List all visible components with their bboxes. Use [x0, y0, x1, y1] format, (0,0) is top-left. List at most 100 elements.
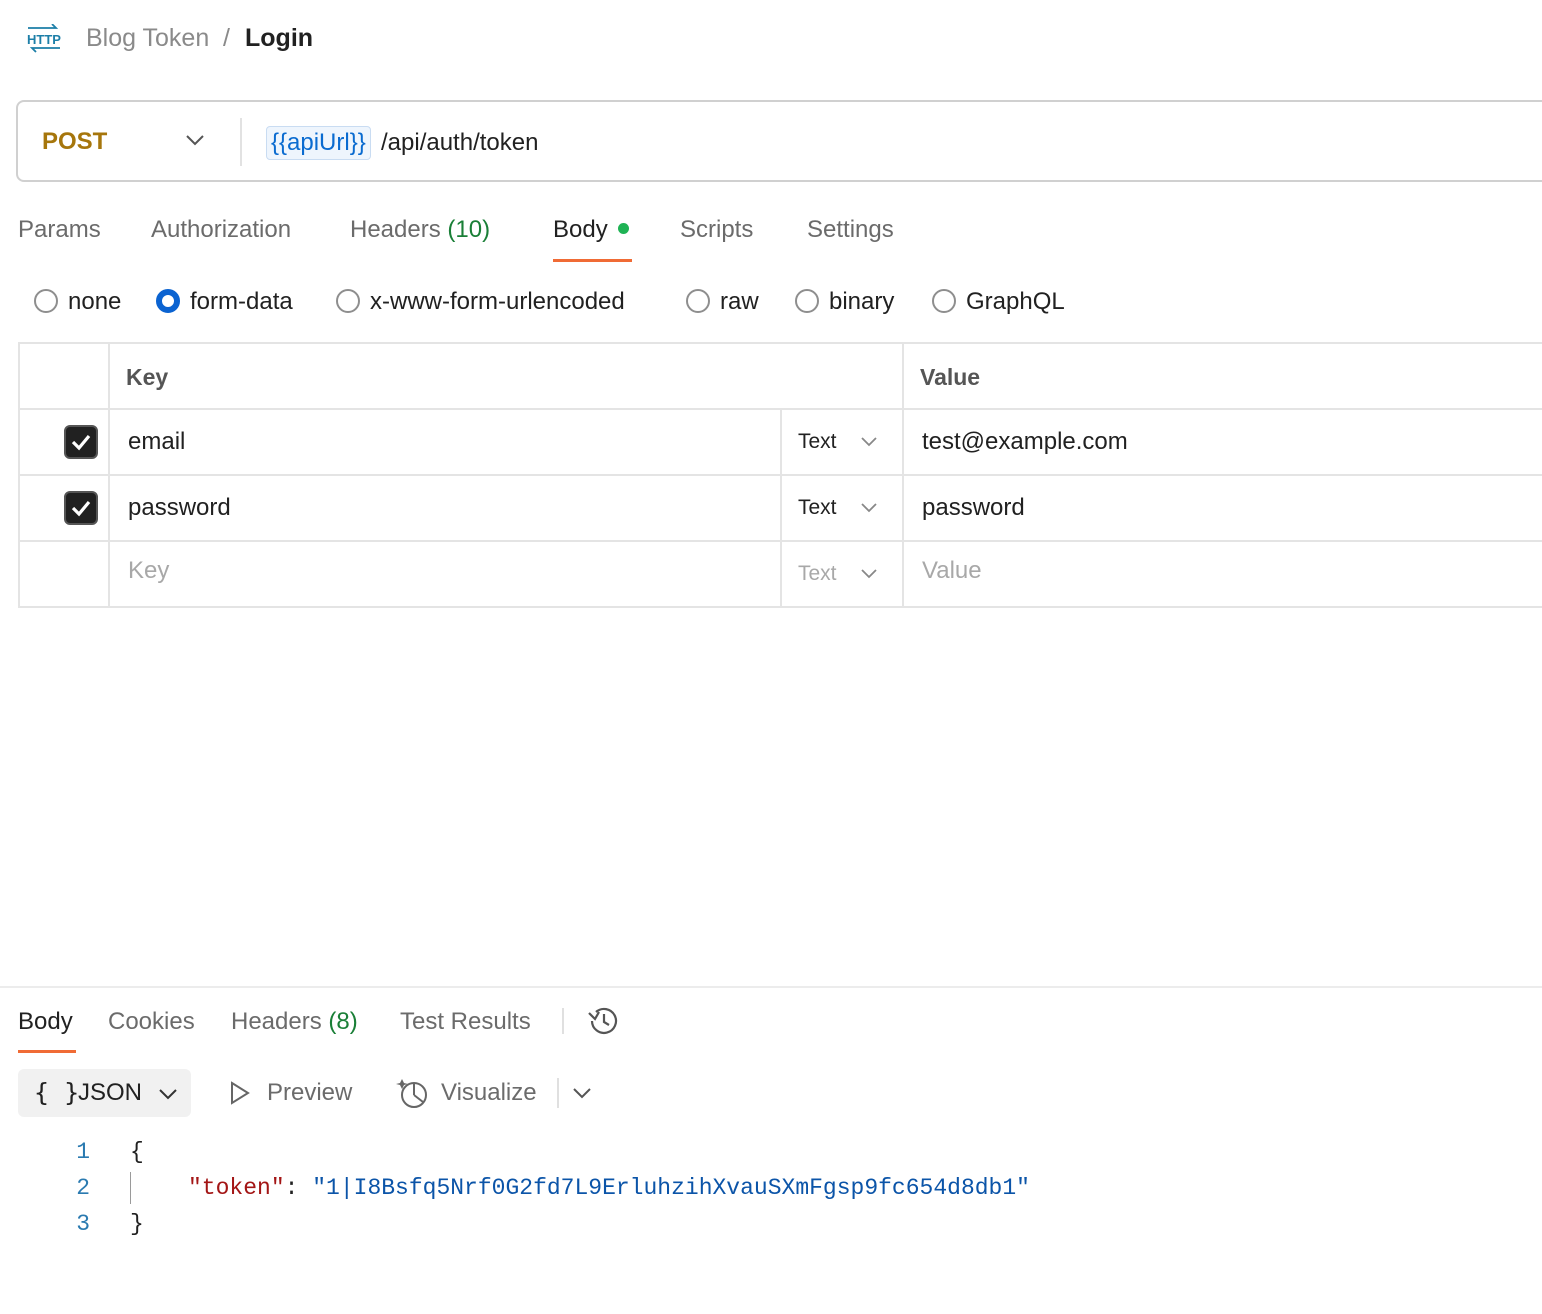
row-type-label: Text	[798, 496, 837, 519]
tab-params[interactable]: Params	[18, 214, 101, 246]
code-token-line: "token": "1|I8Bsfq5Nrf0G2fd7L9ErluhzihXv…	[188, 1170, 1030, 1206]
radio-icon	[336, 289, 360, 313]
chevron-down-icon	[159, 1089, 177, 1100]
body-type-graphql[interactable]: GraphQL	[932, 284, 1082, 320]
table-border	[108, 342, 110, 608]
body-type-raw[interactable]: raw	[686, 284, 776, 320]
column-header-value: Value	[920, 364, 981, 390]
radio-icon	[932, 289, 956, 313]
http-icon: HTTP	[27, 24, 61, 53]
body-type-urlencoded[interactable]: x-www-form-urlencoded	[336, 284, 666, 320]
row-value-input[interactable]: test@example.com	[922, 427, 1128, 457]
tab-authorization[interactable]: Authorization	[151, 214, 291, 246]
json-key: "token"	[188, 1175, 285, 1201]
tab-settings[interactable]: Settings	[807, 214, 894, 246]
chevron-down-icon	[861, 437, 877, 447]
url-bar: POST {{apiUrl}} /api/auth/token	[16, 100, 1542, 182]
tab-body[interactable]: Body	[553, 214, 629, 246]
visualize-label: Visualize	[441, 1079, 537, 1106]
radio-icon	[795, 289, 819, 313]
row-key-input[interactable]: email	[128, 427, 185, 457]
json-colon: :	[284, 1175, 313, 1201]
response-tab-headers-label: Headers	[231, 1008, 322, 1035]
tab-body-label: Body	[553, 216, 608, 243]
chevron-down-icon[interactable]	[572, 1086, 592, 1100]
url-path: /api/auth/token	[381, 129, 539, 156]
indent-guide	[130, 1172, 131, 1204]
body-type-none[interactable]: none	[34, 284, 134, 320]
tab-headers-count: (10)	[447, 216, 491, 243]
chevron-down-icon	[861, 569, 877, 579]
pane-divider[interactable]	[0, 986, 1542, 988]
new-row-type-select[interactable]: Text	[798, 559, 888, 589]
radio-icon	[686, 289, 710, 313]
format-select[interactable]: { } JSON	[18, 1069, 191, 1117]
code-close-brace: }	[130, 1211, 144, 1237]
body-type-group: none form-data x-www-form-urlencoded raw…	[0, 284, 1100, 320]
chevron-down-icon	[186, 135, 204, 146]
row-value-input[interactable]: password	[922, 493, 1025, 523]
body-type-form-data[interactable]: form-data	[156, 284, 316, 320]
row-key-input[interactable]: password	[128, 493, 231, 523]
table-border	[780, 408, 782, 608]
tab-scripts[interactable]: Scripts	[680, 214, 753, 246]
body-type-label: raw	[720, 288, 759, 315]
breadcrumb-separator: /	[223, 24, 230, 52]
line-number: 1	[76, 1139, 90, 1165]
preview-label: Preview	[267, 1079, 353, 1106]
body-type-label: GraphQL	[966, 288, 1065, 315]
column-header-key: Key	[126, 364, 169, 390]
tab-headers[interactable]: Headers (10)	[350, 214, 490, 246]
response-tab-headers-count: (8)	[328, 1008, 358, 1035]
new-row-type-label: Text	[798, 562, 837, 585]
visualize-icon	[396, 1079, 427, 1108]
json-string-value: "1|I8Bsfq5Nrf0G2fd7L9ErluhzihXvauSXmFgsp…	[312, 1175, 1030, 1201]
response-tab-body[interactable]: Body	[18, 1006, 73, 1038]
response-tab-cookies[interactable]: Cookies	[108, 1006, 195, 1038]
method-label: POST	[42, 128, 108, 155]
method-select[interactable]: POST	[18, 102, 228, 180]
radio-selected-icon	[156, 289, 180, 313]
body-type-label: form-data	[190, 288, 293, 315]
table-border	[902, 342, 904, 608]
row-enabled-checkbox[interactable]	[64, 491, 98, 525]
body-type-label: binary	[829, 288, 895, 315]
row-enabled-checkbox[interactable]	[64, 425, 98, 459]
table-border	[18, 342, 20, 608]
url-input[interactable]: {{apiUrl}} /api/auth/token	[254, 102, 1542, 180]
tab-headers-label: Headers	[350, 216, 441, 243]
body-type-label: none	[68, 288, 122, 315]
history-icon[interactable]	[586, 1004, 622, 1038]
breadcrumb-parent[interactable]: Blog Token	[86, 22, 209, 54]
body-type-binary[interactable]: binary	[795, 284, 915, 320]
tab-separator	[562, 1008, 564, 1034]
new-value-input[interactable]: Value	[922, 556, 982, 586]
new-key-input[interactable]: Key	[128, 556, 169, 586]
response-tab-headers[interactable]: Headers (8)	[231, 1006, 358, 1038]
active-tab-indicator	[553, 259, 632, 262]
braces-icon: { }	[34, 1078, 80, 1107]
response-code-editor[interactable]: 1 2 3 { "token": "1|I8Bsfq5Nrf0G2fd7L9Er…	[0, 1134, 1542, 1244]
line-number: 2	[76, 1175, 90, 1201]
table-border	[18, 342, 1542, 344]
code-open-brace: {	[130, 1139, 144, 1165]
form-data-table: Key Value email Text test@example.com pa…	[18, 342, 1542, 608]
radio-icon	[34, 289, 58, 313]
body-type-label: x-www-form-urlencoded	[370, 288, 625, 315]
line-number: 3	[76, 1211, 90, 1237]
url-divider	[240, 118, 242, 166]
http-icon-text: HTTP	[27, 32, 61, 47]
toolbar-separator	[557, 1078, 559, 1108]
page-title[interactable]: Login	[245, 22, 313, 54]
format-label: JSON	[78, 1079, 143, 1106]
chevron-down-icon	[861, 503, 877, 513]
response-tab-test-results[interactable]: Test Results	[400, 1006, 531, 1038]
preview-button[interactable]: Preview	[222, 1072, 362, 1114]
modified-dot-icon	[617, 223, 629, 234]
play-icon	[231, 1081, 250, 1105]
row-type-select[interactable]: Text	[798, 427, 888, 457]
row-type-label: Text	[798, 430, 837, 453]
visualize-button[interactable]: Visualize	[392, 1072, 548, 1114]
row-type-select[interactable]: Text	[798, 493, 888, 523]
url-variable[interactable]: {{apiUrl}}	[266, 126, 371, 160]
